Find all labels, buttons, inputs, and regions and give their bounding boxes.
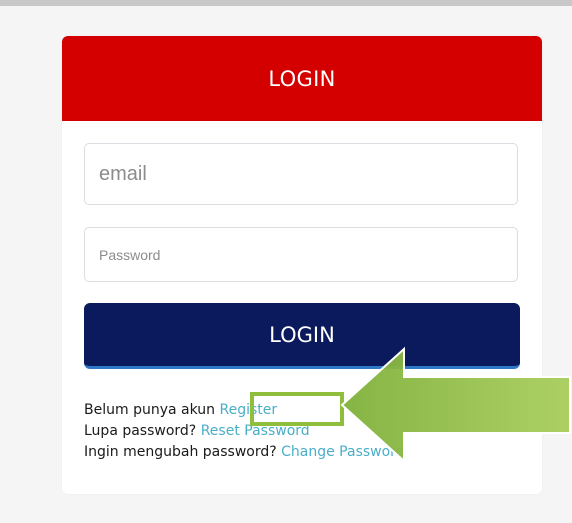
- email-field[interactable]: [84, 143, 518, 205]
- register-prompt: Belum punya akun: [84, 402, 216, 418]
- change-prompt: Ingin mengubah password?: [84, 444, 277, 460]
- login-title: LOGIN: [268, 66, 336, 91]
- arrow-left-icon: [340, 346, 571, 463]
- register-highlight-box: [250, 392, 344, 426]
- login-card-header: LOGIN: [62, 36, 542, 121]
- forgot-prompt: Lupa password?: [84, 423, 197, 439]
- top-divider: [0, 0, 572, 6]
- password-field[interactable]: [84, 227, 518, 282]
